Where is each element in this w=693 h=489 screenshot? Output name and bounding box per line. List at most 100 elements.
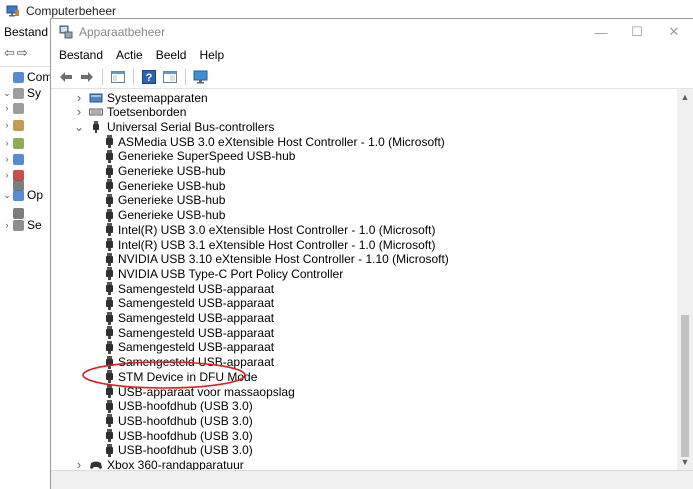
- device-item[interactable]: Samengesteld USB-apparaat: [105, 311, 274, 326]
- device-item[interactable]: Generieke USB-hub: [105, 164, 225, 179]
- close-button[interactable]: ✕: [652, 19, 693, 45]
- menu-help[interactable]: Help: [199, 48, 224, 62]
- background-tree-item[interactable]: ›: [2, 135, 27, 151]
- chevron-right-icon[interactable]: ›: [73, 105, 85, 118]
- row-icon-wrapper: [105, 385, 114, 398]
- device-item[interactable]: Samengesteld USB-apparaat: [105, 281, 274, 296]
- row-icon-wrapper: [105, 149, 114, 163]
- device-item[interactable]: Samengesteld USB-apparaat: [105, 325, 274, 340]
- background-toolbar: ⇦ ⇨: [0, 42, 50, 64]
- device-item[interactable]: NVIDIA USB Type-C Port Policy Controller: [105, 266, 343, 281]
- chevron-right-icon[interactable]: ›: [2, 154, 12, 164]
- menu-action[interactable]: Actie: [116, 48, 143, 62]
- back-button[interactable]: [57, 68, 75, 86]
- back-arrow-icon[interactable]: ⇦: [4, 45, 15, 61]
- usb-plug-icon: [106, 340, 113, 354]
- help-button[interactable]: ?: [140, 68, 158, 86]
- tree-item-label: NVIDIA USB 3.10 eXtensible Host Controll…: [118, 252, 449, 267]
- toolbar: ?: [51, 65, 693, 89]
- row-icon-wrapper: [89, 106, 103, 118]
- background-tree-item[interactable]: ›: [2, 151, 27, 167]
- device-item[interactable]: Intel(R) USB 3.1 eXtensible Host Control…: [105, 237, 435, 252]
- usb-plug-icon: [106, 208, 113, 222]
- vertical-scrollbar[interactable]: ▲ ▼: [677, 89, 693, 470]
- usb-plug-icon: [106, 311, 113, 325]
- forward-button[interactable]: [78, 68, 96, 86]
- menu-file[interactable]: Bestand: [59, 48, 103, 62]
- snap-in-icon: [13, 102, 24, 114]
- menu-view[interactable]: Beeld: [156, 48, 187, 62]
- row-icon-wrapper: [105, 252, 114, 266]
- console-tree-icon: [111, 70, 125, 83]
- tree-item-label: Generieke USB-hub: [118, 208, 226, 223]
- tree-item-label: Generieke USB-hub: [118, 178, 226, 193]
- device-item[interactable]: Intel(R) USB 3.0 eXtensible Host Control…: [105, 222, 435, 237]
- device-item[interactable]: Generieke USB-hub: [105, 208, 225, 223]
- category-item[interactable]: › Toetsenborden: [73, 105, 187, 120]
- row-icon-wrapper: [105, 193, 114, 207]
- device-item[interactable]: Generieke SuperSpeed USB-hub: [105, 149, 295, 164]
- chevron-right-icon[interactable]: ›: [2, 138, 12, 148]
- usb-plug-icon: [106, 223, 113, 237]
- scroll-down-icon[interactable]: ▼: [677, 454, 693, 470]
- scrollbar-thumb[interactable]: [681, 315, 689, 457]
- background-menu-file[interactable]: Bestand: [4, 25, 48, 39]
- category-item[interactable]: › Systeemapparaten: [73, 90, 208, 105]
- chevron-down-icon[interactable]: ⌄: [2, 88, 12, 99]
- device-item[interactable]: USB-apparaat voor massaopslag: [105, 384, 295, 399]
- system-devices-icon: [89, 93, 103, 102]
- background-tree-item[interactable]: ›: [2, 117, 27, 133]
- row-icon-wrapper: [105, 443, 114, 457]
- forward-arrow-icon[interactable]: ⇨: [17, 45, 28, 61]
- snap-in-icon: [13, 153, 24, 165]
- device-item[interactable]: NVIDIA USB 3.10 eXtensible Host Controll…: [105, 252, 449, 267]
- tree-item-label: Universal Serial Bus-controllers: [107, 119, 275, 134]
- device-item[interactable]: USB-hoofdhub (USB 3.0): [105, 443, 253, 458]
- device-item[interactable]: ASMedia USB 3.0 eXtensible Host Controll…: [105, 134, 445, 149]
- row-icon-wrapper: [89, 120, 103, 133]
- tree-item-label: NVIDIA USB Type-C Port Policy Controller: [118, 266, 344, 281]
- device-tree: › Systeemapparaten › Toetsenborden ⌄ Universa…: [51, 89, 677, 471]
- device-item-stm-dfu[interactable]: STM Device in DFU Mode: [105, 369, 257, 384]
- scroll-up-icon[interactable]: ▲: [677, 89, 693, 105]
- toolbar-separator: [185, 68, 186, 85]
- device-item[interactable]: USB-hoofdhub (USB 3.0): [105, 399, 253, 414]
- device-item[interactable]: USB-hoofdhub (USB 3.0): [105, 413, 253, 428]
- device-manager-icon: [59, 25, 73, 39]
- tree-item-label: Samengesteld USB-apparaat: [118, 340, 275, 355]
- category-item[interactable]: ⌄ Universal Serial Bus-controllers: [73, 119, 274, 134]
- properties-button[interactable]: [161, 68, 179, 86]
- chevron-right-icon[interactable]: ›: [2, 220, 12, 230]
- chevron-right-icon[interactable]: ›: [73, 458, 85, 470]
- background-tree-item[interactable]: ⌄ Sy: [2, 85, 41, 101]
- device-item[interactable]: Generieke USB-hub: [105, 193, 225, 208]
- category-item[interactable]: › Xbox 360-randapparatuur: [73, 458, 244, 470]
- device-item[interactable]: Samengesteld USB-apparaat: [105, 340, 274, 355]
- background-tree-item[interactable]: › Se: [2, 217, 42, 233]
- background-tree-item[interactable]: ⌄ Op: [2, 187, 43, 203]
- tree-item-label: Samengesteld USB-apparaat: [118, 355, 275, 370]
- chevron-down-icon[interactable]: ⌄: [2, 190, 12, 201]
- chevron-down-icon[interactable]: ⌄: [73, 121, 85, 133]
- snap-in-icon: [13, 219, 24, 231]
- chevron-right-icon[interactable]: ›: [73, 91, 85, 104]
- tree-item-label: ASMedia USB 3.0 eXtensible Host Controll…: [118, 134, 445, 149]
- chevron-right-icon[interactable]: ›: [2, 120, 12, 130]
- scan-hardware-button[interactable]: [192, 68, 210, 86]
- usb-plug-icon: [106, 414, 113, 428]
- tree-item-label: Samengesteld USB-apparaat: [118, 281, 275, 296]
- tree-item-label: USB-apparaat voor massaopslag: [118, 384, 295, 399]
- row-icon-wrapper: [105, 326, 114, 340]
- device-item[interactable]: USB-hoofdhub (USB 3.0): [105, 428, 253, 443]
- device-item[interactable]: Generieke USB-hub: [105, 178, 225, 193]
- title-bar: Apparaatbeheer — ☐ ✕: [51, 19, 693, 45]
- device-item[interactable]: Samengesteld USB-apparaat: [105, 296, 274, 311]
- properties-icon: [163, 70, 177, 83]
- background-tree-item[interactable]: ›: [2, 100, 27, 116]
- device-manager-window: Apparaatbeheer — ☐ ✕ Bestand Actie Beeld…: [50, 18, 693, 489]
- chevron-right-icon[interactable]: ›: [2, 103, 12, 113]
- device-item[interactable]: Samengesteld USB-apparaat: [105, 355, 274, 370]
- console-tree-button[interactable]: [109, 68, 127, 86]
- tree-item-label: Intel(R) USB 3.1 eXtensible Host Control…: [118, 237, 436, 252]
- tree-item-label: Samengesteld USB-apparaat: [118, 296, 275, 311]
